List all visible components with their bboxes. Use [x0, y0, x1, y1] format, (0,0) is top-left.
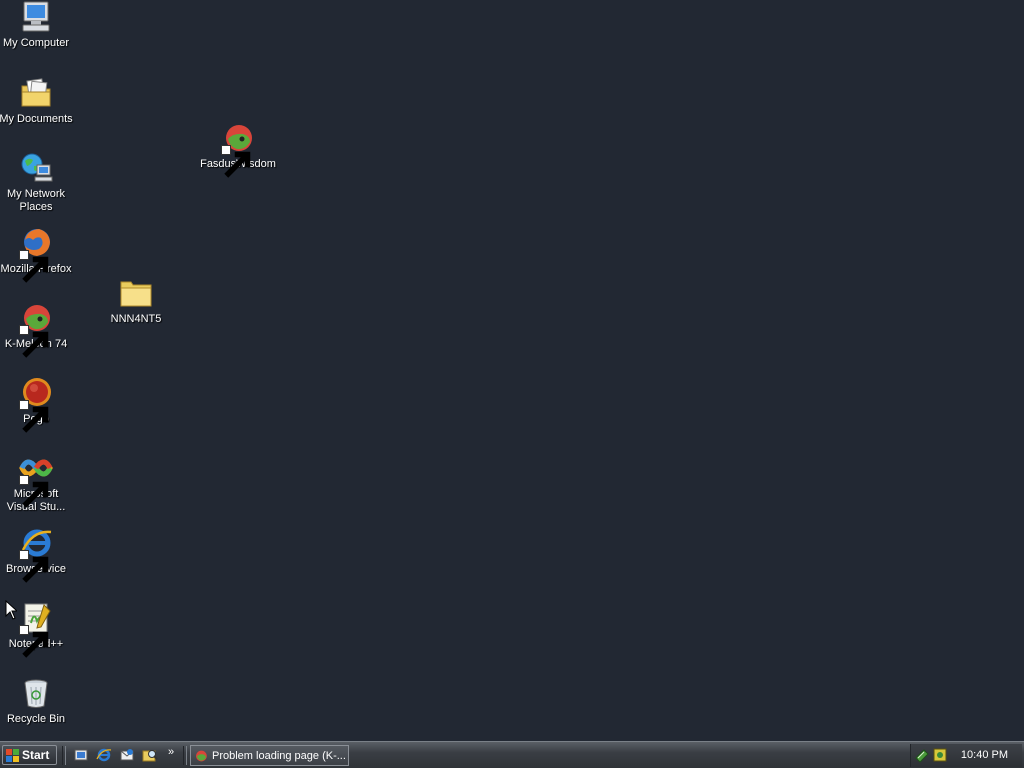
- taskbar-window-title: Problem loading page (K-...: [212, 749, 346, 762]
- taskbar-separator: [62, 746, 66, 765]
- folder-icon: [119, 276, 153, 310]
- shortcut-arrow-icon: [221, 145, 251, 178]
- taskbar-window-button[interactable]: Problem loading page (K-...: [190, 745, 349, 766]
- desktop-icon-label: My Computer: [2, 37, 70, 49]
- visual-studio-icon: [19, 451, 53, 508]
- shortcut-arrow-icon: [19, 325, 49, 358]
- k-meleon-icon: [196, 750, 207, 761]
- shortcut-arrow-icon: [19, 550, 49, 583]
- quicklaunch-overflow-chevron[interactable]: »: [168, 746, 174, 758]
- documents-folder-icon: [19, 76, 53, 110]
- desktop-icon-visual-studio[interactable]: Microsoft Visual Stu...: [0, 451, 74, 514]
- windows-logo-icon: [6, 748, 19, 762]
- recycle-bin-icon: [19, 676, 53, 710]
- desktop-icon-label: My Documents: [0, 113, 73, 125]
- shortcut-arrow-icon: [19, 250, 49, 283]
- taskbar-separator: [183, 746, 187, 765]
- desktop-icon-label: NNN4NT5: [110, 313, 162, 325]
- desktop-icon-mozilla-firefox[interactable]: Mozilla Firefox: [0, 226, 74, 283]
- desktop-icon-label: Recycle Bin: [6, 713, 66, 725]
- notepad-plus-plus-icon: [19, 601, 53, 658]
- search-explorer-icon[interactable]: [142, 747, 158, 763]
- k-meleon-icon: [19, 301, 53, 358]
- desktop-icon-recycle-bin[interactable]: Recycle Bin: [0, 676, 74, 726]
- shortcut-arrow-icon: [19, 475, 49, 508]
- outlook-express-icon[interactable]: [119, 747, 135, 763]
- desktop: My Computer My Documents My Network Plac…: [0, 0, 1024, 741]
- start-button[interactable]: Start: [2, 745, 57, 765]
- network-places-icon: [19, 151, 53, 185]
- taskbar-clock[interactable]: 10:40 PM: [961, 749, 1008, 761]
- shortcut-arrow-icon: [19, 400, 49, 433]
- desktop-icon-k-meleon[interactable]: K-Meleon 74: [0, 301, 74, 358]
- k-meleon-icon: [221, 121, 255, 178]
- network-tray-icon[interactable]: [914, 747, 930, 763]
- pego-icon: [19, 376, 53, 433]
- mouse-cursor-icon: [5, 600, 17, 620]
- desktop-icon-my-network-places[interactable]: My Network Places: [0, 151, 74, 214]
- computer-icon: [19, 0, 53, 34]
- desktop-icon-browservice[interactable]: Browservice: [0, 526, 74, 583]
- app-tray-icon[interactable]: [932, 747, 948, 763]
- desktop-icon-label: My Network Places: [6, 188, 66, 213]
- desktop-icon-nnn4nt5-folder[interactable]: NNN4NT5: [98, 276, 174, 326]
- desktop-icon-my-computer[interactable]: My Computer: [0, 0, 74, 50]
- show-desktop-icon[interactable]: [73, 747, 89, 763]
- internet-explorer-quicklaunch-icon[interactable]: [96, 747, 112, 763]
- desktop-icon-my-documents[interactable]: My Documents: [0, 76, 74, 126]
- desktop-icon-pego[interactable]: Pego: [0, 376, 74, 433]
- taskbar: Start » Problem loading page (K-... 10:4…: [0, 741, 1024, 768]
- shortcut-arrow-icon: [19, 625, 49, 658]
- firefox-icon: [19, 226, 53, 283]
- internet-explorer-icon: [19, 526, 53, 583]
- desktop-icon-fasduswisdom[interactable]: FasdusWisdom: [200, 121, 276, 178]
- system-tray: 10:40 PM: [910, 744, 1022, 767]
- start-label: Start: [22, 748, 50, 762]
